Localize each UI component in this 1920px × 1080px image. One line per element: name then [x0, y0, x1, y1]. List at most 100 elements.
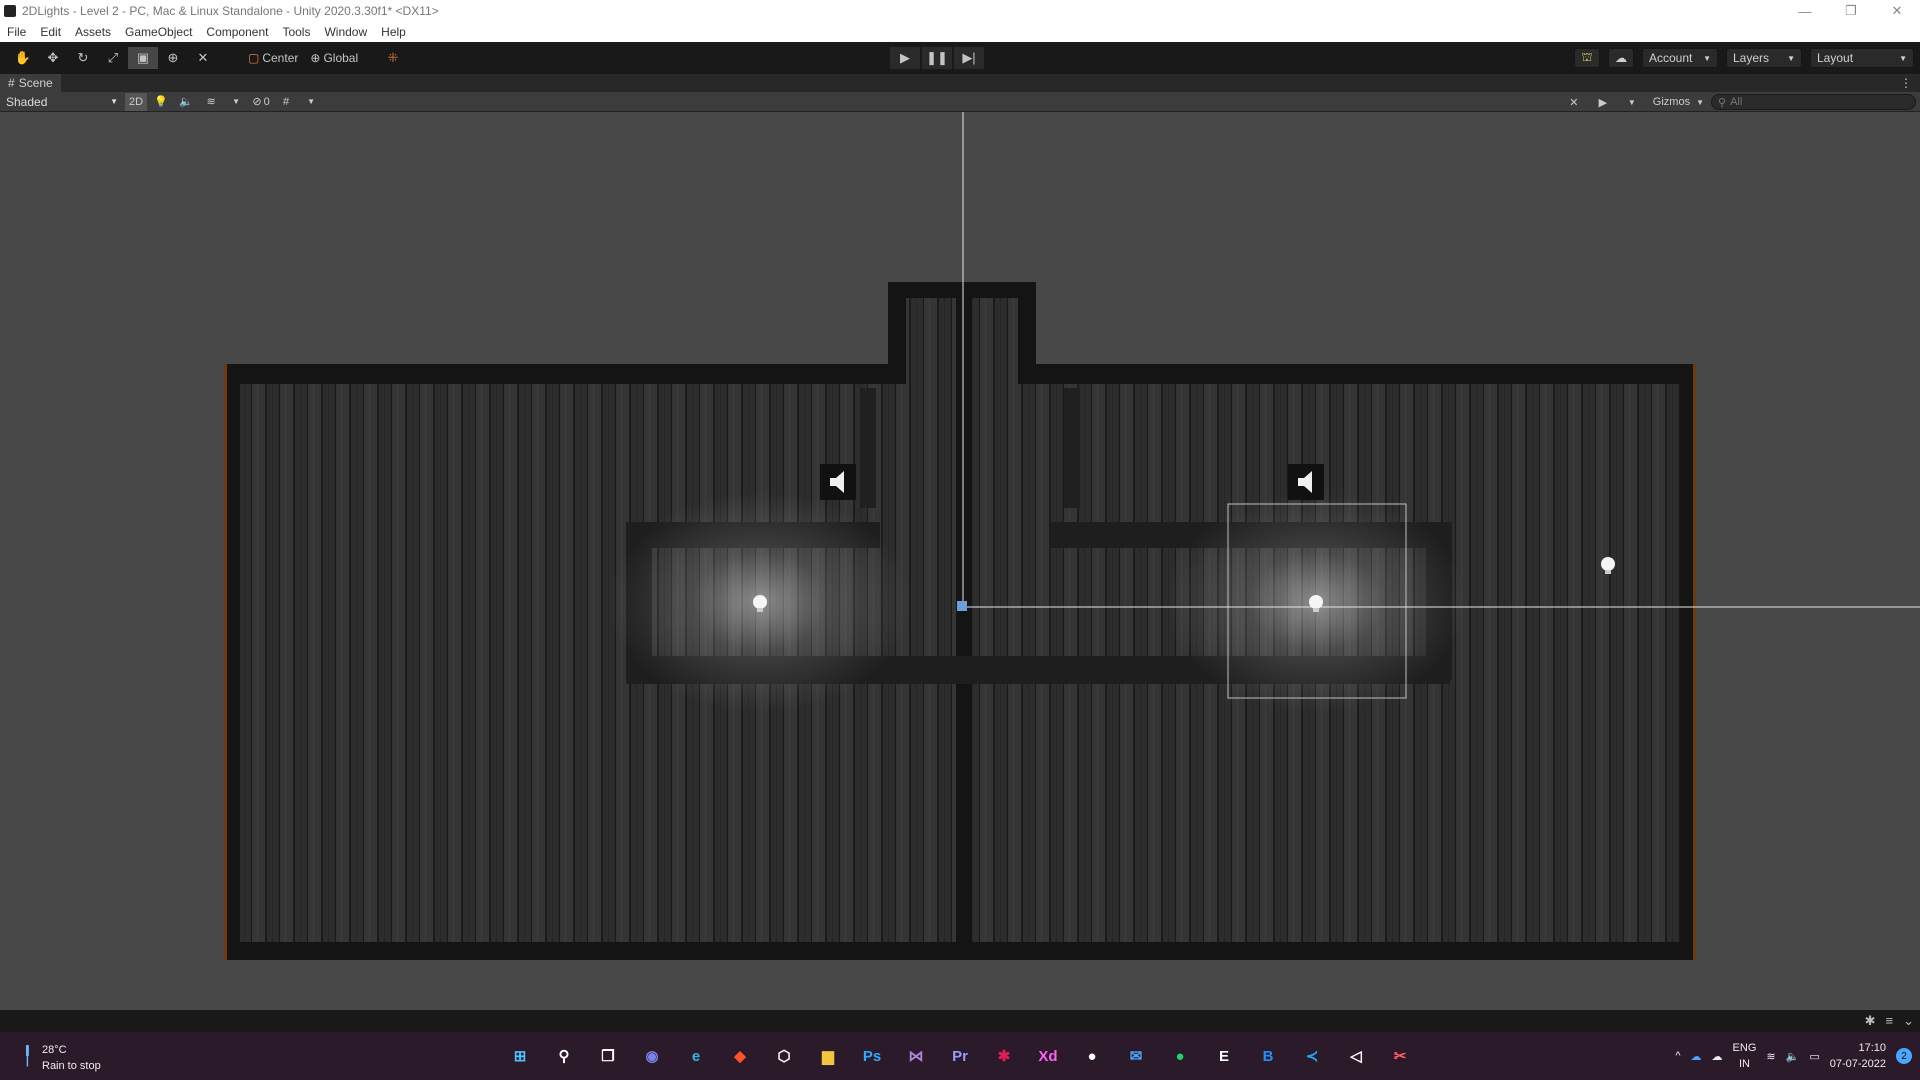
menu-assets[interactable]: Assets — [68, 25, 118, 39]
menu-gameobject[interactable]: GameObject — [118, 25, 199, 39]
taskbar-teams-chat-icon[interactable]: ◉ — [636, 1040, 668, 1072]
pivot-icon: ▢ — [248, 51, 260, 65]
tools-icon[interactable]: ✕ — [1563, 93, 1585, 111]
chevron-down-icon[interactable]: ▼ — [1621, 93, 1643, 111]
taskbar-file-explorer-icon[interactable]: ▆ — [812, 1040, 844, 1072]
pillar-right[interactable] — [1064, 388, 1080, 508]
taskbar-unity-icon[interactable]: ◁ — [1340, 1040, 1372, 1072]
pivot-center-button[interactable]: ▢ Center — [242, 47, 305, 69]
taskbar-edge-icon[interactable]: e — [680, 1040, 712, 1072]
menu-component[interactable]: Component — [199, 25, 275, 39]
2d-toggle-button[interactable]: 2D — [125, 92, 148, 111]
center-divider-wall[interactable] — [956, 298, 972, 954]
taskbar-blue-app-icon[interactable]: B — [1252, 1040, 1284, 1072]
taskbar-visual-studio-icon[interactable]: ⋈ — [900, 1040, 932, 1072]
volume-icon[interactable]: 🔈 — [1786, 1050, 1800, 1063]
tab-scene[interactable]: # Scene — [0, 74, 61, 92]
globe-icon: ⊕ — [310, 51, 321, 65]
hand-tool-icon[interactable]: ✋ — [8, 47, 38, 69]
audio-source-icon-right[interactable] — [1288, 464, 1324, 500]
menu-edit[interactable]: Edit — [33, 25, 68, 39]
taskbar-start-icon[interactable]: ⊞ — [504, 1040, 536, 1072]
taskbar-adobe-xd-icon[interactable]: Xd — [1032, 1040, 1064, 1072]
play-button[interactable]: ▶ — [890, 47, 920, 69]
shading-mode-dropdown[interactable]: Shaded ▼ — [2, 93, 122, 111]
pivot-global-button[interactable]: ⊕ Global — [304, 47, 365, 69]
system-tray: ^ ☁ ☁ ENG IN ≋ 🔈 ▭ 17:10 07-07-2022 2 — [1675, 1040, 1912, 1072]
collapse-icon[interactable]: ⌄ — [1903, 1013, 1914, 1029]
scale-tool-icon[interactable]: ⤢ — [98, 47, 128, 69]
layers-stack-icon[interactable]: ≡ — [1886, 1013, 1894, 1029]
taskbar-github-icon[interactable]: ● — [1076, 1040, 1108, 1072]
debug-icon[interactable]: ✱ — [1865, 1013, 1876, 1029]
onedrive-icon[interactable]: ☁ — [1691, 1050, 1702, 1063]
cloud-icon[interactable]: ☁ — [1712, 1050, 1723, 1063]
step-button[interactable]: ▶| — [954, 47, 984, 69]
taskbar-spotify-icon[interactable]: ● — [1164, 1040, 1196, 1072]
pause-button[interactable]: ❚❚ — [922, 47, 952, 69]
scene-canvas[interactable] — [0, 112, 1920, 1010]
cloud-button[interactable]: ☁ — [1608, 48, 1634, 68]
camera-icon[interactable]: ▶ — [1592, 93, 1614, 111]
grid-icon: # — [8, 76, 15, 90]
taskbar-unity-hub-icon[interactable]: ⬡ — [768, 1040, 800, 1072]
clock[interactable]: 17:10 07-07-2022 — [1830, 1040, 1886, 1072]
move-tool-icon[interactable]: ✥ — [38, 47, 68, 69]
audio-source-icon-left[interactable] — [820, 464, 856, 500]
lighting-toggle-icon[interactable]: 💡 — [150, 93, 172, 111]
gizmos-dropdown[interactable]: Gizmos ▼ — [1650, 93, 1707, 111]
layout-dropdown[interactable]: Layout ▼ — [1810, 48, 1914, 68]
menu-file[interactable]: File — [0, 25, 33, 39]
layers-dropdown[interactable]: Layers ▼ — [1726, 48, 1802, 68]
taskbar-brave-icon[interactable]: ◆ — [724, 1040, 756, 1072]
cloud-icon: ☁ — [1615, 51, 1627, 65]
chevron-down-icon: ▼ — [1696, 97, 1704, 107]
custom-tool-icon[interactable]: ✕ — [188, 47, 218, 69]
rotate-tool-icon[interactable]: ↻ — [68, 47, 98, 69]
restore-button[interactable]: ❐ — [1828, 0, 1874, 22]
minimize-button[interactable]: — — [1782, 0, 1828, 22]
unity-logo-icon — [4, 5, 16, 17]
collab-button[interactable]: ⛫ — [1574, 48, 1600, 68]
menu-window[interactable]: Window — [317, 25, 374, 39]
hidden-objects-toggle[interactable]: ⊘ 0 — [250, 93, 272, 111]
grid-snap-icon[interactable]: ⁜ — [378, 47, 408, 69]
grid-toggle-icon[interactable]: # — [275, 93, 297, 111]
menu-tools[interactable]: Tools — [275, 25, 317, 39]
menu-bar: File Edit Assets GameObject Component To… — [0, 22, 1920, 42]
wifi-icon[interactable]: ≋ — [1766, 1050, 1775, 1063]
chevron-down-icon[interactable]: ▼ — [225, 93, 247, 111]
menu-help[interactable]: Help — [374, 25, 413, 39]
chevron-down-icon: ▼ — [1899, 53, 1907, 63]
battery-icon[interactable]: ▭ — [1809, 1050, 1819, 1063]
pillar-left[interactable] — [860, 388, 876, 508]
account-dropdown[interactable]: Account ▼ — [1642, 48, 1718, 68]
taskbar-task-view-icon[interactable]: ❐ — [592, 1040, 624, 1072]
effects-toggle-icon[interactable]: ≋ — [200, 93, 222, 111]
taskbar-mail-icon[interactable]: ✉ — [1120, 1040, 1152, 1072]
notification-badge[interactable]: 2 — [1896, 1048, 1912, 1064]
chevron-up-icon[interactable]: ^ — [1675, 1050, 1680, 1062]
taskbar-search-icon[interactable]: ⚲ — [548, 1040, 580, 1072]
close-button[interactable]: ✕ — [1874, 0, 1920, 22]
weather-widget[interactable]: ╿ 28°C Rain to stop — [22, 1042, 101, 1074]
audio-toggle-icon[interactable]: 🔈 — [175, 93, 197, 111]
scene-viewport[interactable] — [0, 112, 1920, 1010]
taskbar-premiere-icon[interactable]: Pr — [944, 1040, 976, 1072]
taskbar-photoshop-icon[interactable]: Ps — [856, 1040, 888, 1072]
status-bar: ✱ ≡ ⌄ — [0, 1010, 1920, 1032]
camera-gizmo-icon[interactable] — [957, 601, 967, 611]
more-options-icon[interactable]: ⋮ — [1900, 76, 1912, 90]
rect-tool-icon[interactable]: ▣ — [128, 47, 158, 69]
scene-search-input[interactable]: ⚲ All — [1711, 94, 1916, 110]
transform-tool-icon[interactable]: ⊕ — [158, 47, 188, 69]
chevron-down-icon[interactable]: ▼ — [300, 93, 322, 111]
taskbar-slack-icon[interactable]: ✱ — [988, 1040, 1020, 1072]
taskbar-snipping-tool-icon[interactable]: ✂ — [1384, 1040, 1416, 1072]
taskbar-epic-games-icon[interactable]: E — [1208, 1040, 1240, 1072]
language-indicator[interactable]: ENG IN — [1733, 1040, 1757, 1072]
taskbar-vs-code-icon[interactable]: ≺ — [1296, 1040, 1328, 1072]
scene-toolbar: Shaded ▼ 2D 💡 🔈 ≋ ▼ ⊘ 0 # ▼ ✕ ▶ ▼ Gizmos ▼ … — [0, 92, 1920, 112]
windows-taskbar: ╿ 28°C Rain to stop ⊞ ⚲ ❐ ◉ e ◆ ⬡ ▆ Ps ⋈ Pr ✱ Xd ● ✉ ● E… — [0, 1032, 1920, 1080]
weather-text: Rain to stop — [42, 1060, 101, 1072]
